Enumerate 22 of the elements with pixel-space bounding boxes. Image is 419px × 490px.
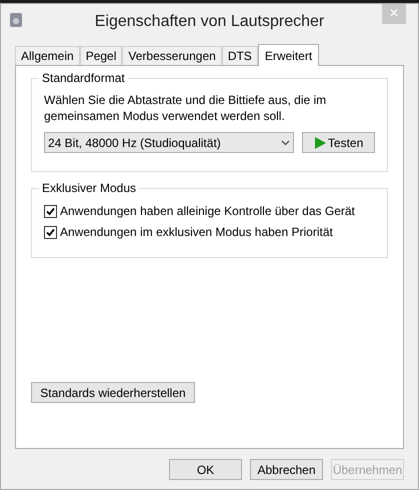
dialog-button[interactable]: Abbrechen: [250, 459, 323, 480]
checkbox-option[interactable]: Anwendungen im exklusiven Modus haben Priorität: [44, 224, 375, 240]
format-value: 24 Bit, 48000 Hz (Studioqualität): [48, 134, 221, 152]
dialog-button[interactable]: OK: [169, 459, 242, 480]
group-title: Standardformat: [39, 71, 128, 85]
speaker-icon: [9, 12, 23, 28]
chevron-down-icon: [281, 140, 290, 146]
tab[interactable]: Pegel: [80, 46, 122, 65]
checkbox[interactable]: [44, 204, 57, 218]
test-button[interactable]: Testen: [302, 132, 375, 153]
tab[interactable]: Erweitert: [258, 44, 320, 66]
checkbox[interactable]: [44, 226, 57, 238]
tab[interactable]: Verbesserungen: [122, 46, 222, 65]
tab[interactable]: Allgemein: [15, 46, 80, 65]
description-text: Wählen Sie die Abtastrate und die Bittiefe aus, die im gemeinsamen Modus verwendet werden soll.: [44, 92, 328, 124]
group-title: Exklusiver Modus: [39, 181, 140, 195]
restore-defaults-button[interactable]: Standards wiederherstellen: [31, 382, 195, 403]
tab[interactable]: DTS: [222, 46, 258, 65]
window-title: Eigenschaften von Lautsprecher: [94, 12, 324, 32]
checkbox-option[interactable]: Anwendungen haben alleinige Kontrolle über das Gerät: [44, 203, 375, 219]
play-icon: [314, 136, 326, 148]
format-dropdown[interactable]: 24 Bit, 48000 Hz (Studioqualität): [44, 132, 294, 153]
